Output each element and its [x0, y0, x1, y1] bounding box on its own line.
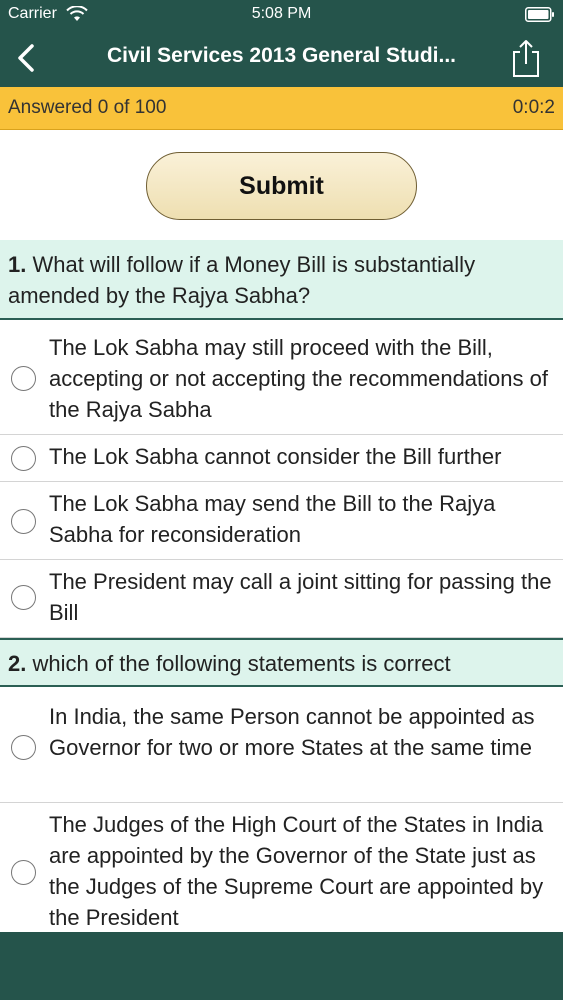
radio-button[interactable]	[11, 366, 36, 391]
share-icon	[513, 40, 539, 77]
question-2: 2. which of the following statements is …	[0, 638, 563, 687]
share-button[interactable]	[511, 38, 541, 78]
option-1a[interactable]: The Lok Sabha may still proceed with the…	[0, 320, 563, 435]
option-1d[interactable]: The President may call a joint sitting f…	[0, 560, 563, 638]
progress-bar: Answered 0 of 100 0:0:2	[0, 87, 563, 130]
option-text: In India, the same Person cannot be appo…	[49, 704, 535, 760]
radio-button[interactable]	[11, 735, 36, 760]
question-number: 2.	[8, 651, 27, 676]
question-number: 1.	[8, 252, 27, 277]
nav-bar: Civil Services 2013 General Studi...	[0, 30, 563, 87]
option-2a[interactable]: In India, the same Person cannot be appo…	[0, 687, 563, 803]
option-text: The Judges of the High Court of the Stat…	[49, 812, 544, 930]
radio-button[interactable]	[11, 585, 36, 610]
radio-button[interactable]	[11, 860, 36, 885]
option-text: The Lok Sabha may still proceed with the…	[49, 335, 548, 422]
status-bar: Carrier 5:08 PM	[0, 0, 563, 30]
radio-button[interactable]	[11, 509, 36, 534]
bottom-toolbar	[0, 932, 563, 1000]
chevron-left-icon	[18, 44, 34, 72]
radio-button[interactable]	[11, 446, 36, 471]
option-1b[interactable]: The Lok Sabha cannot consider the Bill f…	[0, 435, 563, 482]
submit-button[interactable]: Submit	[146, 152, 417, 220]
option-text: The President may call a joint sitting f…	[49, 569, 552, 625]
timer: 0:0:2	[512, 97, 555, 118]
question-1: 1. What will follow if a Money Bill is s…	[0, 240, 563, 320]
question-text: which of the following statements is cor…	[26, 651, 451, 676]
answered-count: Answered 0 of 100	[8, 97, 167, 118]
battery-icon	[525, 7, 554, 22]
option-2b[interactable]: The Judges of the High Court of the Stat…	[0, 803, 563, 943]
option-text: The Lok Sabha cannot consider the Bill f…	[49, 444, 502, 469]
back-button[interactable]	[10, 40, 44, 76]
question-text: What will follow if a Money Bill is subs…	[8, 252, 476, 308]
option-1c[interactable]: The Lok Sabha may send the Bill to the R…	[0, 482, 563, 560]
status-time: 5:08 PM	[251, 5, 312, 22]
page-title: Civil Services 2013 General Studi...	[106, 44, 456, 67]
option-text: The Lok Sabha may send the Bill to the R…	[49, 491, 496, 547]
